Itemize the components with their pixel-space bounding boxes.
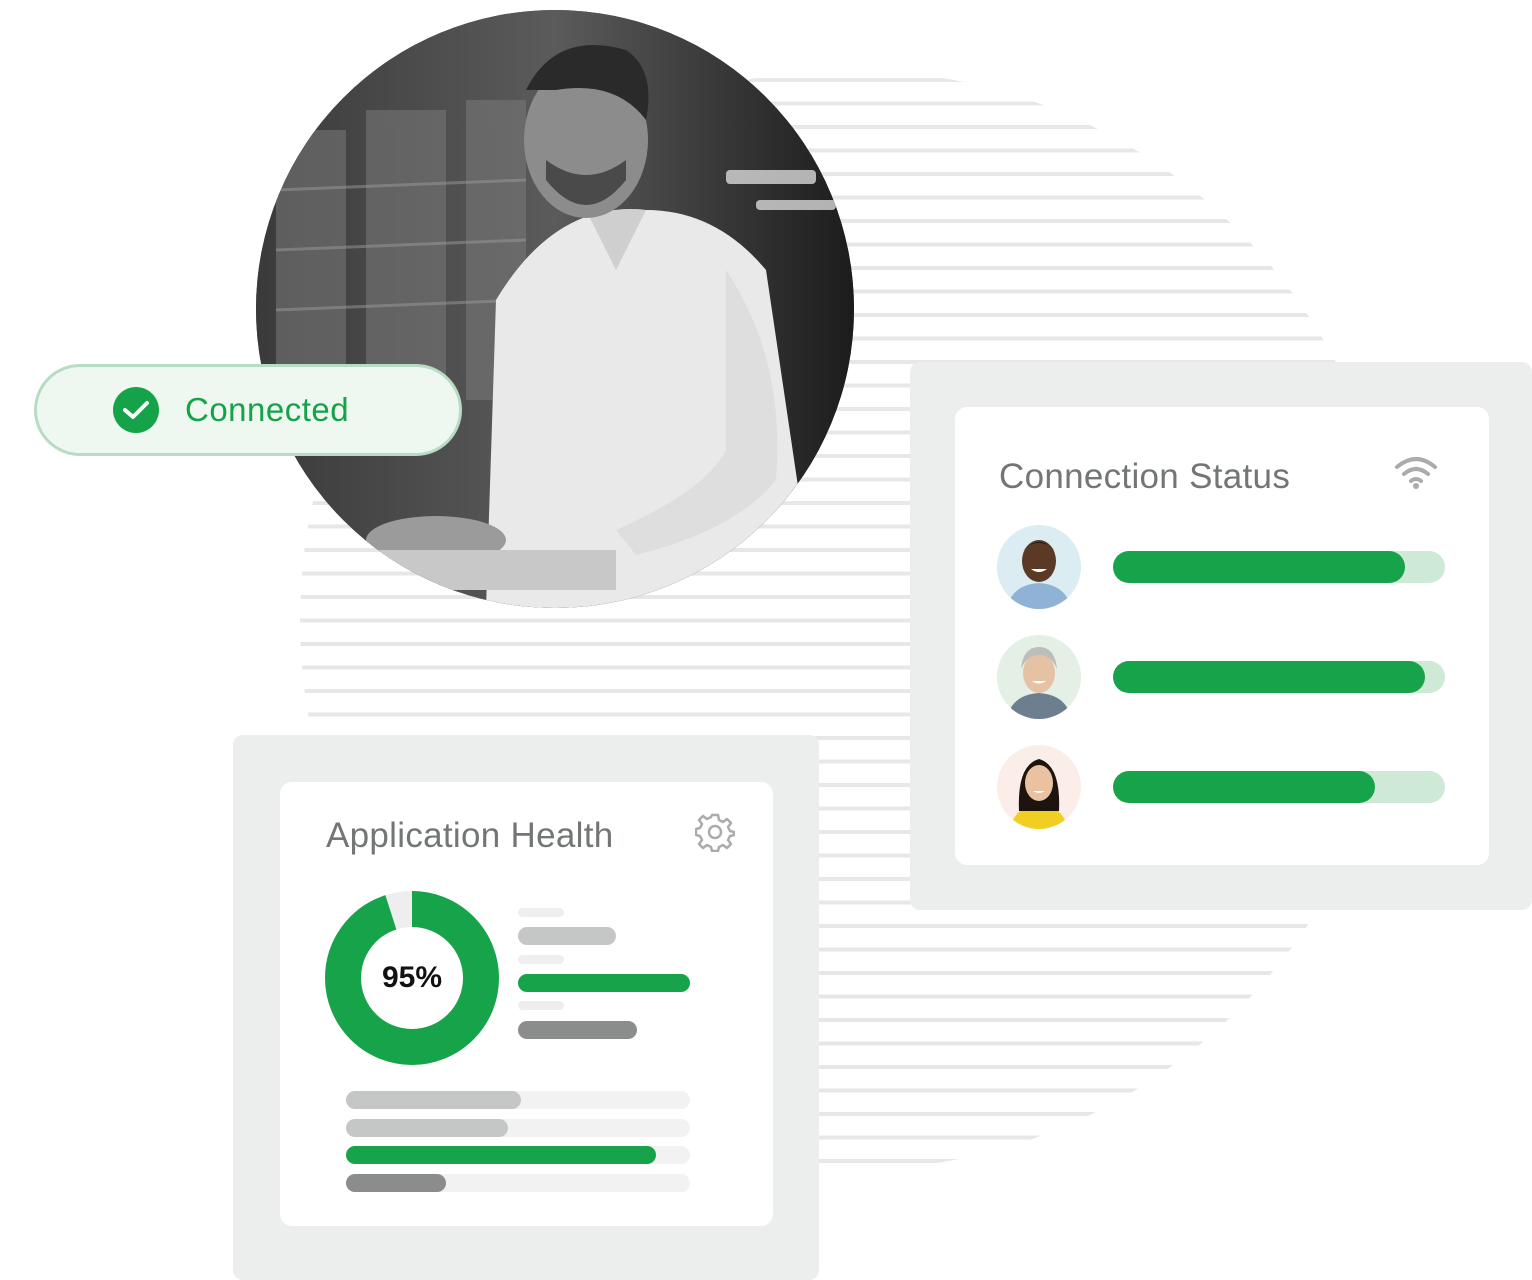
connection-signal-fill	[1113, 771, 1376, 803]
check-circle-icon	[113, 387, 159, 433]
hero-photo	[256, 10, 854, 608]
avatar-man-smiling	[997, 525, 1081, 609]
connection-status-title: Connection Status	[999, 457, 1291, 496]
avatar-young-woman	[997, 745, 1081, 829]
placeholder-line	[518, 955, 564, 964]
health-metric-bar	[518, 974, 690, 992]
health-metric-bar	[346, 1146, 690, 1164]
connection-row	[997, 525, 1447, 611]
avatar-older-woman	[997, 635, 1081, 719]
health-metric-fill	[518, 927, 617, 945]
health-metric-fill	[346, 1174, 446, 1192]
health-metric-bar	[518, 927, 690, 945]
health-metric-bar	[346, 1091, 690, 1109]
health-metric-bar	[346, 1119, 690, 1137]
health-metric-fill	[346, 1119, 508, 1137]
health-metric-fill	[518, 974, 690, 992]
health-percentage: 95%	[381, 961, 443, 994]
connection-signal-fill	[1113, 551, 1406, 583]
health-metric-fill	[346, 1091, 522, 1109]
application-health-card: Application Health 95%	[280, 782, 773, 1226]
connection-row	[997, 745, 1447, 831]
connected-status-pill[interactable]: Connected	[34, 364, 462, 456]
gear-icon[interactable]	[695, 812, 735, 852]
connection-row	[997, 635, 1447, 721]
connection-signal-bar	[1113, 771, 1445, 803]
health-metric-bar	[346, 1174, 690, 1192]
connection-status-card: Connection Status	[955, 407, 1489, 865]
application-health-title: Application Health	[326, 816, 614, 855]
placeholder-line	[518, 908, 564, 917]
connection-signal-bar	[1113, 551, 1445, 583]
health-metric-fill	[518, 1021, 637, 1039]
connection-signal-fill	[1113, 661, 1426, 693]
health-metric-bar	[518, 1021, 690, 1039]
health-metric-fill	[346, 1146, 656, 1164]
connection-signal-bar	[1113, 661, 1445, 693]
wifi-icon	[1395, 457, 1437, 489]
connected-label: Connected	[185, 391, 350, 428]
placeholder-line	[518, 1001, 564, 1010]
